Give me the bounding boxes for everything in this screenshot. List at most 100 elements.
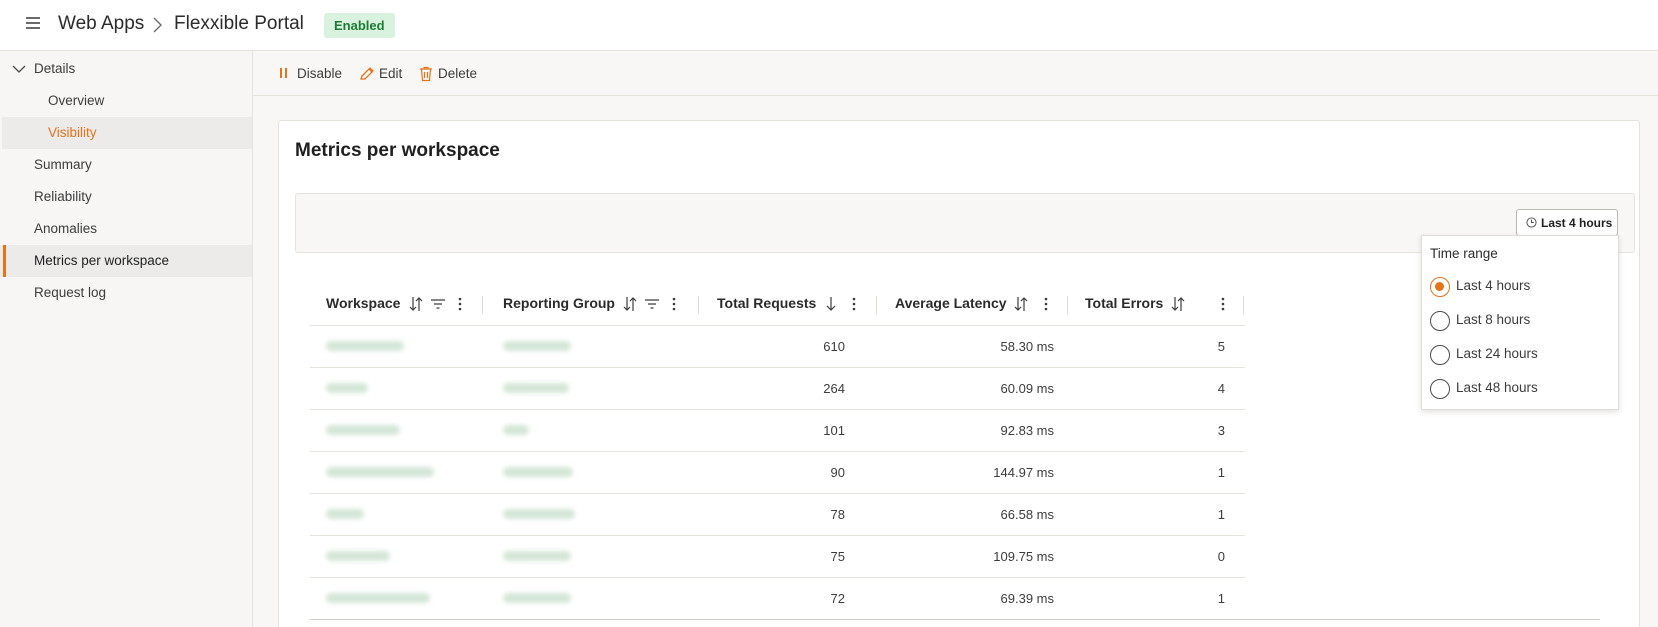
total-requests-cell: 610 [823,339,845,354]
total-errors-cell: 1 [1217,591,1225,606]
table-bottom-divider [310,619,1600,620]
column-divider[interactable] [698,296,699,314]
sort-down-icon[interactable] [823,295,839,313]
sidebar: Details Overview Visibility Summary Reli… [0,51,253,627]
sidebar-item-reliability[interactable]: Reliability [0,181,252,213]
total-errors-cell: 1 [1217,465,1225,480]
page-title: Flexxible Portal [174,13,304,34]
breadcrumb-root[interactable]: Web Apps [58,13,144,35]
time-option-48h[interactable]: Last 48 hours [1430,376,1615,402]
table-row[interactable]: 78 66.58 ms 1 [310,494,1245,536]
column-divider[interactable] [482,296,483,314]
reporting-group-cell-redacted [503,341,571,351]
table-row[interactable]: 101 92.83 ms 3 [310,410,1245,452]
sort-icon[interactable] [1013,295,1029,313]
column-divider[interactable] [1067,296,1068,314]
reporting-group-cell-redacted [503,509,575,519]
filter-icon[interactable] [644,295,660,313]
table-row[interactable]: 610 58.30 ms 5 [310,326,1245,368]
sidebar-item-label: Request log [34,285,107,300]
popup-title: Time range [1430,246,1498,261]
sidebar-item-label: Overview [48,93,105,108]
column-divider[interactable] [1243,296,1244,314]
table-row[interactable]: 75 109.75 ms 0 [310,536,1245,578]
sidebar-item-anomalies[interactable]: Anomalies [0,213,252,245]
chevron-right-icon [153,17,162,33]
column-header-total-errors[interactable]: Total Errors [1085,295,1163,311]
radio-icon[interactable] [1430,345,1450,365]
column-header-total-requests[interactable]: Total Requests [717,295,816,311]
sort-icon[interactable] [622,295,638,313]
sidebar-item-metrics-per-workspace[interactable]: Metrics per workspace [0,245,252,277]
average-latency-cell: 144.97 ms [993,465,1054,480]
reporting-group-cell-redacted [503,425,529,435]
pause-icon [280,68,287,78]
time-option-24h[interactable]: Last 24 hours [1430,342,1615,368]
time-option-8h[interactable]: Last 8 hours [1430,308,1615,334]
column-header-average-latency[interactable]: Average Latency [895,295,1007,311]
sidebar-item-label: Anomalies [34,221,98,236]
time-option-4h[interactable]: Last 4 hours [1430,274,1615,300]
table-row[interactable]: 72 69.39 ms 1 [310,578,1245,620]
total-errors-cell: 0 [1217,549,1225,564]
time-range-label: Last 4 hours [1541,216,1613,230]
sidebar-item-overview[interactable]: Overview [0,85,252,117]
total-requests-cell: 90 [830,465,845,480]
sort-icon[interactable] [1170,295,1186,313]
radio-selected-icon[interactable] [1430,277,1450,297]
column-header-reporting-group[interactable]: Reporting Group [503,295,615,311]
more-vertical-icon[interactable] [1215,295,1231,313]
workspace-cell-redacted [326,341,404,351]
total-errors-cell: 1 [1217,507,1225,522]
clock-icon [1526,217,1537,228]
average-latency-cell: 58.30 ms [1000,339,1054,354]
table-row[interactable]: 90 144.97 ms 1 [310,452,1245,494]
section-title: Metrics per workspace [295,140,500,161]
table-row[interactable]: 264 60.09 ms 4 [310,368,1245,410]
chevron-down-icon [12,65,26,73]
hamburger-icon[interactable] [26,17,42,31]
workspace-cell-redacted [326,383,368,393]
radio-icon[interactable] [1430,379,1450,399]
reporting-group-cell-redacted [503,551,571,561]
radio-icon[interactable] [1430,311,1450,331]
sort-icon[interactable] [408,295,424,313]
time-option-label: Last 48 hours [1456,380,1538,395]
sidebar-group-details[interactable]: Details [0,53,252,85]
sidebar-item-summary[interactable]: Summary [0,149,252,181]
more-vertical-icon[interactable] [1038,295,1054,313]
average-latency-cell: 69.39 ms [1000,591,1054,606]
more-vertical-icon[interactable] [846,295,862,313]
sidebar-item-request-log[interactable]: Request log [0,277,252,309]
total-errors-cell: 3 [1217,423,1225,438]
total-errors-cell: 5 [1217,339,1225,354]
more-vertical-icon[interactable] [452,295,468,313]
trash-icon [420,66,432,82]
filter-icon[interactable] [430,295,446,313]
average-latency-cell: 92.83 ms [1000,423,1054,438]
total-requests-cell: 75 [830,549,845,564]
time-range-button[interactable]: Last 4 hours [1516,209,1618,236]
total-requests-cell: 101 [823,423,845,438]
pencil-icon [360,67,374,80]
column-header-workspace[interactable]: Workspace [326,295,400,311]
sidebar-item-label: Summary [34,157,92,172]
reporting-group-cell-redacted [503,593,571,603]
more-vertical-icon[interactable] [666,295,682,313]
time-option-label: Last 24 hours [1456,346,1538,361]
time-range-popup: Time range Last 4 hours Last 8 hours Las… [1421,235,1619,410]
disable-label: Disable [297,66,343,81]
table-header: Workspace Reporting Group Total Requests… [310,285,1245,327]
workspace-cell-redacted [326,593,430,603]
workspace-cell-redacted [326,509,364,519]
sidebar-item-visibility[interactable]: Visibility [2,117,252,149]
time-option-label: Last 8 hours [1456,312,1531,327]
top-header: Web Apps Flexxible Portal Enabled [0,0,1658,51]
reporting-group-cell-redacted [503,383,569,393]
edit-label: Edit [379,66,403,81]
total-requests-cell: 78 [830,507,845,522]
column-divider[interactable] [876,296,877,314]
workspace-cell-redacted [326,425,400,435]
sidebar-item-label: Metrics per workspace [34,253,170,268]
workspace-cell-redacted [326,467,434,477]
